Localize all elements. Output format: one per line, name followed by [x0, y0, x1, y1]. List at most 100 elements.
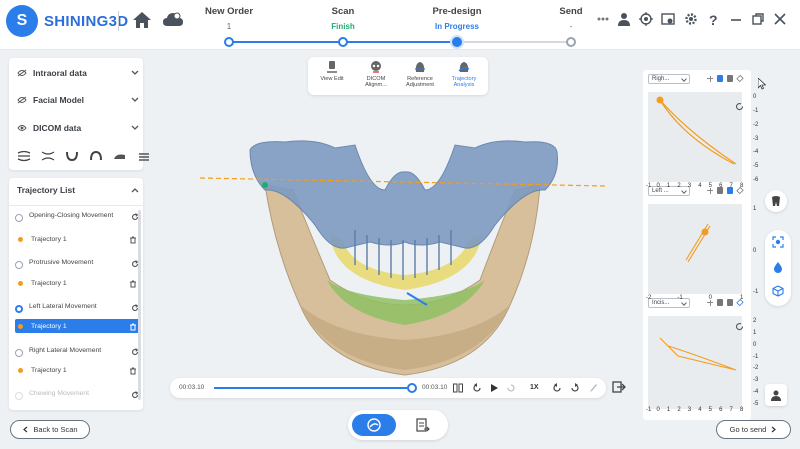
x-tick-label: 2: [677, 407, 681, 413]
tab-dicom-alignment[interactable]: DICOM Alignm...: [356, 60, 396, 88]
chevron-down-icon[interactable]: [131, 97, 139, 103]
more-icon[interactable]: [596, 12, 610, 26]
play-icon[interactable]: [489, 383, 499, 393]
lower-arch-icon[interactable]: [65, 150, 79, 162]
x-tick-label: 8: [740, 407, 744, 413]
movement-opening-closing[interactable]: Opening-Closing Movement: [15, 212, 139, 222]
data-item-intraoral[interactable]: Intraoral data: [17, 66, 139, 80]
speed-selector[interactable]: 1X: [530, 384, 539, 391]
chart-tool-icons: [707, 186, 744, 195]
tab-view-edit[interactable]: View Edit: [312, 60, 352, 82]
movement-radio[interactable]: [15, 261, 23, 269]
patient-button[interactable]: [765, 384, 787, 406]
compare-icon[interactable]: [453, 383, 463, 393]
playback-knob[interactable]: [407, 383, 417, 393]
cloud-icon[interactable]: [162, 11, 184, 29]
loop-icon[interactable]: [570, 383, 580, 393]
axis-icon[interactable]: [707, 75, 713, 82]
report-export-icon[interactable]: [416, 417, 430, 433]
step-dot-scan[interactable]: [338, 37, 348, 47]
tooth-view-button[interactable]: [765, 190, 787, 212]
tab-reference-adjustment[interactable]: Reference Adjustment: [400, 60, 440, 88]
view-select[interactable]: Incis...: [648, 298, 690, 308]
logo: S SHINING3D: [6, 5, 128, 37]
trajectory-dot: [18, 236, 23, 242]
close-icon[interactable]: [773, 12, 787, 26]
stack-view-icon[interactable]: [137, 150, 151, 162]
tab-trajectory-analysis[interactable]: Trajectory Analysis: [444, 60, 484, 88]
step-dot-pre-design[interactable]: [452, 37, 462, 47]
home-icon[interactable]: [132, 11, 152, 29]
trajectory-chart-incisal: Incis...: [643, 294, 751, 420]
eye-icon[interactable]: [17, 124, 27, 132]
movement-chewing[interactable]: Chewing Movement: [15, 390, 139, 400]
droplet-icon[interactable]: [772, 261, 784, 273]
data-item-dicom[interactable]: DICOM data: [17, 121, 139, 135]
trajectory-item-selected[interactable]: Trajectory 1: [15, 319, 141, 333]
trajectory-item[interactable]: Trajectory 1: [15, 276, 141, 290]
x-tick-label: 1: [740, 295, 744, 301]
trash-icon[interactable]: [129, 323, 137, 331]
front-view-icon[interactable]: [717, 299, 723, 306]
step-new-order[interactable]: New Order 1: [184, 6, 274, 31]
jaw-3d-model[interactable]: [195, 130, 615, 380]
trajectory-list-header[interactable]: Trajectory List: [17, 185, 139, 195]
movement-left-lateral[interactable]: Left Lateral Movement: [15, 303, 139, 313]
rewind-icon[interactable]: [472, 383, 482, 393]
movement-right-lateral[interactable]: Right Lateral Movement: [15, 347, 139, 357]
exit-icon[interactable]: [612, 380, 626, 394]
settings-gear-icon[interactable]: [684, 12, 698, 26]
upper-arch-icon[interactable]: [89, 150, 103, 162]
movement-radio[interactable]: [15, 392, 23, 400]
back-to-scan-button[interactable]: Back to Scan: [10, 420, 90, 439]
help-icon[interactable]: ?: [706, 12, 720, 26]
side-view-icon[interactable]: [727, 299, 733, 306]
chevron-down-icon[interactable]: [131, 125, 139, 131]
front-view-icon[interactable]: [717, 75, 723, 82]
y-tick-label: -1: [753, 107, 759, 114]
refresh-icon[interactable]: [735, 322, 744, 331]
movement-protrusive[interactable]: Protrusive Movement: [15, 259, 139, 269]
step-pre-design[interactable]: Pre-design In Progress: [412, 6, 502, 31]
trajectory-item[interactable]: Trajectory 1: [15, 363, 141, 377]
full-jaw-icon[interactable]: [17, 150, 31, 162]
target-icon[interactable]: [639, 12, 653, 26]
jaw-motion-mode-button[interactable]: [352, 414, 396, 436]
movement-radio[interactable]: [15, 349, 23, 357]
side-view-icon[interactable]: [727, 75, 733, 82]
y-tick-label: 1: [753, 329, 757, 336]
trajectory-chart-left: Left ...: [643, 182, 751, 308]
movement-radio[interactable]: [15, 214, 23, 222]
step-scan[interactable]: Scan Finish: [298, 6, 388, 31]
side-view-icon[interactable]: [113, 150, 127, 162]
eye-hidden-icon[interactable]: [17, 96, 27, 104]
playback-track[interactable]: [214, 387, 410, 389]
brush-icon[interactable]: [588, 383, 598, 393]
focus-icon[interactable]: [772, 236, 784, 248]
top-view-icon[interactable]: [736, 74, 744, 83]
replay-icon[interactable]: [506, 383, 516, 393]
y-tick-label: -2: [753, 121, 759, 128]
open-jaw-icon[interactable]: [41, 150, 55, 162]
minimize-icon[interactable]: [729, 12, 743, 26]
movement-radio-checked[interactable]: [15, 305, 23, 313]
reset-icon[interactable]: [552, 383, 562, 393]
trajectory-scrollbar[interactable]: [138, 210, 141, 400]
view-select[interactable]: Righ...: [648, 74, 690, 84]
step-dot-send[interactable]: [566, 37, 576, 47]
trash-icon[interactable]: [129, 280, 137, 288]
chevron-up-icon[interactable]: [131, 187, 139, 193]
data-item-facial[interactable]: Facial Model: [17, 93, 139, 107]
refresh-icon[interactable]: [735, 102, 744, 111]
go-to-send-button[interactable]: Go to send: [716, 420, 791, 439]
eye-hidden-icon[interactable]: [17, 69, 27, 77]
screenshot-icon[interactable]: [661, 12, 675, 26]
trash-icon[interactable]: [129, 367, 137, 375]
trash-icon[interactable]: [129, 236, 137, 244]
step-dot-new-order[interactable]: [224, 37, 234, 47]
user-icon[interactable]: [617, 12, 631, 26]
chevron-down-icon[interactable]: [131, 70, 139, 76]
trajectory-item[interactable]: Trajectory 1: [15, 232, 141, 246]
restore-icon[interactable]: [751, 12, 765, 26]
cube-icon[interactable]: [772, 285, 784, 297]
